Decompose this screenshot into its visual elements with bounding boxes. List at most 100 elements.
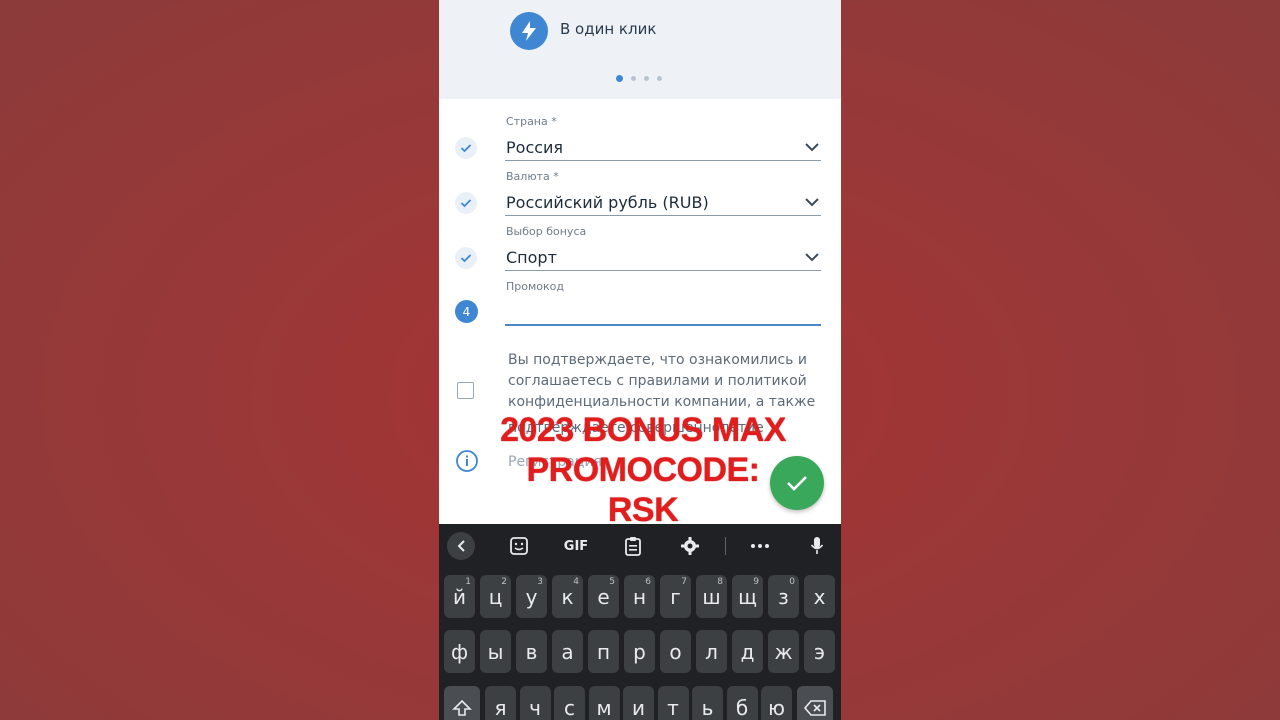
key[interactable]: н6 <box>624 575 655 618</box>
page-dot[interactable] <box>657 76 662 81</box>
microphone-icon[interactable] <box>805 532 829 560</box>
lightning-icon[interactable] <box>510 12 548 50</box>
key[interactable]: с <box>554 686 585 720</box>
key[interactable]: п <box>588 630 619 673</box>
key-hint: 5 <box>609 577 615 587</box>
key-label: ю <box>768 695 785 720</box>
shift-key[interactable] <box>444 686 480 720</box>
key[interactable]: щ9 <box>732 575 763 618</box>
country-select[interactable]: Россия <box>506 138 563 157</box>
key-label: э <box>814 639 825 664</box>
key-hint: 8 <box>717 577 723 587</box>
key-label: в <box>525 639 538 664</box>
method-label[interactable]: В один клик <box>560 20 656 38</box>
key-label: щ <box>738 584 757 609</box>
on-screen-keyboard: GIF й1ц2у3к4е5н6г7ш8щ9з0х фывапролджэ яч… <box>439 524 841 720</box>
key-hint: 2 <box>501 577 507 587</box>
key[interactable]: й1 <box>444 575 475 618</box>
currency-select[interactable]: Российский рубль (RUB) <box>506 193 709 212</box>
key[interactable]: е5 <box>588 575 619 618</box>
key[interactable]: д <box>732 630 763 673</box>
backspace-icon <box>803 699 826 716</box>
key-label: г <box>670 584 681 609</box>
keyboard-toolbar: GIF <box>439 524 841 568</box>
key-label: с <box>564 695 575 720</box>
bonus-underline <box>505 270 821 271</box>
key[interactable]: т <box>657 686 689 720</box>
promo-underline <box>505 324 821 326</box>
key[interactable]: ц2 <box>480 575 511 618</box>
key-hint: 1 <box>465 577 471 587</box>
toolbar-divider <box>725 537 726 555</box>
check-icon <box>455 192 477 214</box>
more-icon[interactable] <box>746 532 774 560</box>
key-label: п <box>596 639 611 664</box>
key[interactable]: ы <box>480 630 511 673</box>
bonus-select[interactable]: Спорт <box>506 248 557 267</box>
key-label: ч <box>529 695 541 720</box>
page-dot[interactable] <box>616 75 623 82</box>
bonus-label: Выбор бонуса <box>506 225 587 238</box>
overlay-line-2: PROMOCODE: RSK <box>526 451 761 529</box>
backspace-key[interactable] <box>797 686 833 720</box>
key[interactable]: р <box>624 630 655 673</box>
currency-underline <box>505 215 821 216</box>
step-number-badge: 4 <box>455 300 478 323</box>
check-icon <box>455 137 477 159</box>
key[interactable]: х <box>804 575 835 618</box>
key-hint: 4 <box>573 577 579 587</box>
key[interactable]: ч <box>519 686 551 720</box>
key[interactable]: э <box>804 630 835 673</box>
key[interactable]: ь <box>692 686 723 720</box>
key-label: ш <box>702 584 721 609</box>
key[interactable]: о <box>660 630 691 673</box>
info-icon[interactable] <box>455 449 479 473</box>
key-hint: 9 <box>753 577 759 587</box>
key[interactable]: я <box>485 686 516 720</box>
gif-button[interactable]: GIF <box>559 532 593 560</box>
key[interactable]: ю <box>761 686 792 720</box>
chevron-down-icon[interactable] <box>805 197 819 207</box>
key[interactable]: у3 <box>516 575 547 618</box>
registration-method-panel: В один клик <box>439 0 841 99</box>
key-label: а <box>561 639 574 664</box>
promo-label: Промокод <box>506 280 564 293</box>
key[interactable]: а <box>552 630 583 673</box>
back-chevron-icon[interactable] <box>447 532 475 560</box>
key[interactable]: ж <box>768 630 799 673</box>
promo-overlay-text: 2023 BONUS MAX PROMOCODE: RSK <box>488 410 798 530</box>
shift-icon <box>452 699 472 716</box>
key-label: ж <box>774 639 793 664</box>
sticker-icon[interactable] <box>505 532 533 560</box>
chevron-down-icon[interactable] <box>805 252 819 262</box>
key[interactable]: б <box>726 686 758 720</box>
key[interactable]: г7 <box>660 575 691 618</box>
gear-icon[interactable] <box>676 532 704 560</box>
key-label: у <box>525 584 538 609</box>
chevron-down-icon[interactable] <box>805 142 819 152</box>
key-label: х <box>813 584 826 609</box>
key-label: б <box>735 695 749 720</box>
consent-checkbox[interactable] <box>457 382 474 399</box>
key-label: о <box>669 639 682 664</box>
key[interactable]: л <box>696 630 727 673</box>
key[interactable]: ф <box>444 630 475 673</box>
page-dot[interactable] <box>644 76 649 81</box>
key[interactable]: к4 <box>552 575 583 618</box>
phone-screen: В один клик Страна * Россия Валюта * Рос… <box>439 0 841 720</box>
key-label: е <box>597 584 610 609</box>
page-dot[interactable] <box>631 76 636 81</box>
key-label: ь <box>701 695 714 720</box>
clipboard-icon[interactable] <box>619 532 647 560</box>
key-label: л <box>705 639 718 664</box>
key[interactable]: з0 <box>768 575 799 618</box>
overlay-line-1: 2023 BONUS MAX <box>500 411 786 449</box>
key-hint: 7 <box>681 577 687 587</box>
key[interactable]: и <box>623 686 654 720</box>
key[interactable]: м <box>588 686 620 720</box>
key-label: м <box>596 695 612 720</box>
country-label: Страна * <box>506 115 557 128</box>
key[interactable]: в <box>516 630 547 673</box>
key[interactable]: ш8 <box>696 575 727 618</box>
key-hint: 6 <box>645 577 651 587</box>
